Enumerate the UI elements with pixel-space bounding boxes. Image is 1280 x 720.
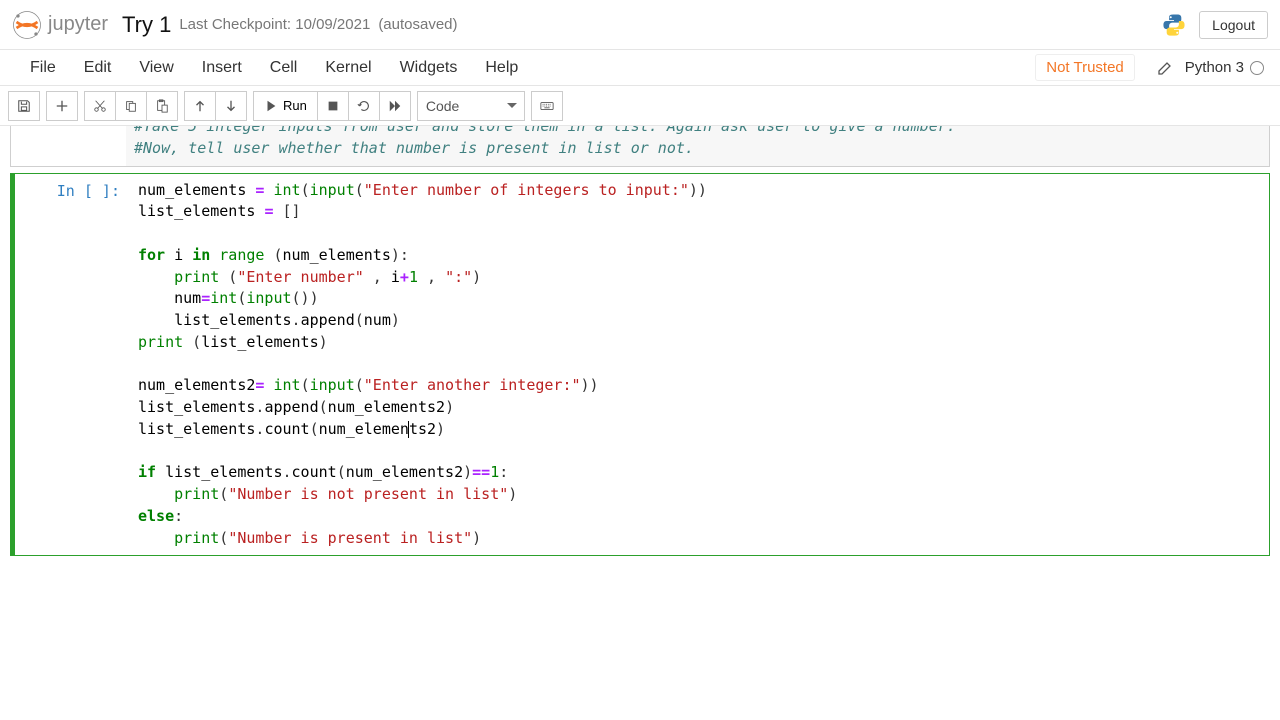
notebook-area: In [13]: #Take 5 integer inputs from use…: [0, 126, 1280, 720]
plus-icon: [55, 99, 69, 113]
header: jupyter Try 1 Last Checkpoint: 10/09/202…: [0, 0, 1280, 50]
menu-edit[interactable]: Edit: [70, 53, 126, 83]
code-cell-active[interactable]: In [ ]: num_elements = int(input("Enter …: [10, 173, 1270, 557]
jupyter-logo-icon: [12, 10, 42, 40]
paste-icon: [155, 99, 169, 113]
save-icon: [17, 99, 31, 113]
arrow-down-icon: [224, 99, 238, 113]
keyboard-icon: [540, 99, 554, 113]
restart-icon: [357, 99, 371, 113]
cut-button[interactable]: [84, 91, 116, 121]
autosaved-text: (autosaved): [378, 16, 457, 33]
cell-input[interactable]: #Take 5 integer inputs from user and sto…: [126, 126, 1269, 166]
stop-icon: [326, 99, 340, 113]
cut-icon: [93, 99, 107, 113]
edit-icon[interactable]: [1157, 60, 1173, 76]
command-palette-button[interactable]: [531, 91, 563, 121]
add-cell-button[interactable]: [46, 91, 78, 121]
cell-prompt: In [13]:: [11, 126, 126, 166]
menu-widgets[interactable]: Widgets: [386, 53, 472, 83]
restart-button[interactable]: [348, 91, 380, 121]
run-button[interactable]: Run: [253, 91, 318, 121]
python-icon: [1161, 12, 1187, 38]
kernel-name: Python 3: [1185, 59, 1244, 76]
cell-type-select[interactable]: Code: [417, 91, 525, 121]
copy-button[interactable]: [115, 91, 147, 121]
cell-prompt: In [ ]:: [15, 174, 130, 556]
jupyter-brand: jupyter: [48, 13, 108, 36]
move-down-button[interactable]: [215, 91, 247, 121]
menu-cell[interactable]: Cell: [256, 53, 312, 83]
fast-forward-icon: [388, 99, 402, 113]
move-up-button[interactable]: [184, 91, 216, 121]
menu-help[interactable]: Help: [471, 53, 532, 83]
restart-run-all-button[interactable]: [379, 91, 411, 121]
menu-file[interactable]: File: [16, 53, 70, 83]
save-button[interactable]: [8, 91, 40, 121]
play-icon: [264, 99, 278, 113]
menu-kernel[interactable]: Kernel: [311, 53, 385, 83]
kernel-indicator-icon: [1250, 61, 1264, 75]
notebook-title[interactable]: Try 1: [122, 12, 171, 38]
menubar: File Edit View Insert Cell Kernel Widget…: [0, 50, 1280, 86]
menu-view[interactable]: View: [125, 53, 187, 83]
menu-insert[interactable]: Insert: [188, 53, 256, 83]
toolbar: Run Code: [0, 86, 1280, 126]
checkpoint-text: Last Checkpoint: 10/09/2021: [179, 16, 370, 33]
arrow-up-icon: [193, 99, 207, 113]
run-label: Run: [283, 98, 307, 113]
interrupt-button[interactable]: [317, 91, 349, 121]
cell-input[interactable]: num_elements = int(input("Enter number o…: [130, 174, 1269, 556]
trust-indicator[interactable]: Not Trusted: [1035, 54, 1135, 81]
copy-icon: [124, 99, 138, 113]
paste-button[interactable]: [146, 91, 178, 121]
code-cell-partial[interactable]: In [13]: #Take 5 integer inputs from use…: [10, 126, 1270, 167]
logout-button[interactable]: Logout: [1199, 11, 1268, 39]
